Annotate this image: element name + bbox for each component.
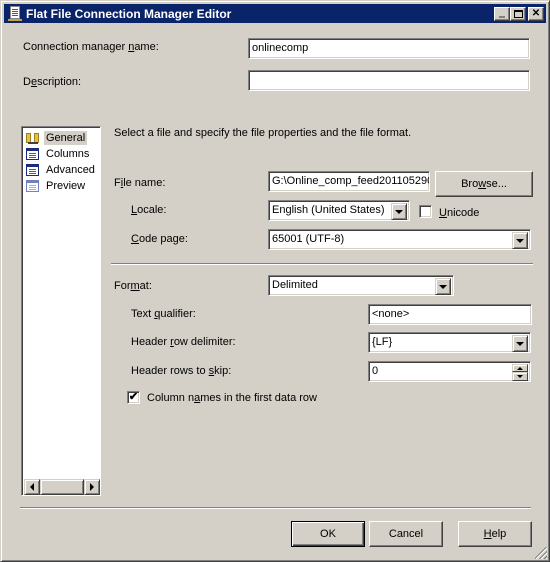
header-row-delimiter-label: Header row delimiter: [131, 336, 236, 348]
nav-item-label: General [44, 131, 88, 145]
nav-item-label: Advanced [46, 164, 95, 176]
cancel-button[interactable]: Cancel [369, 521, 443, 547]
format-select[interactable]: Delimited [268, 275, 454, 296]
connection-name-input[interactable]: onlinecomp [248, 38, 530, 59]
close-icon: ✕ [531, 8, 541, 19]
minimize-icon [499, 15, 505, 18]
header-row-delimiter-dropdown-button[interactable] [512, 335, 528, 352]
minimize-button[interactable] [494, 6, 510, 21]
text-qualifier-input[interactable]: <none> [368, 304, 532, 325]
format-dropdown-button[interactable] [435, 278, 451, 295]
connection-name-label: Connection manager name: [23, 41, 159, 53]
code-page-value: 65001 (UTF-8) [272, 233, 345, 245]
scroll-right-button[interactable] [84, 479, 100, 495]
help-button[interactable]: Help [458, 521, 532, 547]
column-names-checkbox[interactable]: ✔ [127, 391, 140, 404]
ok-button[interactable]: OK [291, 521, 365, 547]
page-navigation-list: General Columns Advanced Preview [21, 126, 101, 496]
nav-item-label: Preview [46, 180, 86, 192]
footer-divider [20, 507, 531, 509]
code-page-select[interactable]: 65001 (UTF-8) [268, 229, 531, 250]
locale-dropdown-button[interactable] [391, 203, 407, 220]
close-button[interactable]: ✕ [528, 6, 544, 21]
instruction-text: Select a file and specify the file prope… [114, 127, 412, 139]
resize-grip-icon[interactable] [535, 547, 547, 559]
column-names-label: Column names in the first data row [147, 392, 317, 404]
arrow-down-icon [517, 375, 523, 378]
scroll-left-button[interactable] [24, 479, 40, 495]
chevron-down-icon [395, 209, 403, 214]
file-name-label: File name: [114, 177, 166, 189]
description-label: Description: [23, 76, 82, 88]
header-rows-to-skip-label: Header rows to skip: [131, 365, 232, 377]
unicode-label: Unicode [439, 207, 480, 219]
header-row-delimiter-value: {LF} [372, 336, 393, 348]
header-rows-to-skip-value: 0 [372, 365, 379, 377]
nav-item-label: Columns [46, 148, 90, 160]
chevron-down-icon [516, 341, 524, 346]
spin-down-button[interactable] [512, 372, 528, 381]
arrow-right-icon [90, 483, 94, 491]
locale-value: English (United States) [272, 204, 385, 216]
locale-select[interactable]: English (United States) [268, 200, 410, 221]
chevron-down-icon [439, 284, 447, 289]
spin-up-button[interactable] [512, 364, 528, 372]
format-label: Format: [114, 280, 152, 292]
code-page-dropdown-button[interactable] [512, 232, 528, 249]
arrow-up-icon [517, 366, 523, 370]
maximize-icon [513, 9, 523, 18]
preview-icon [25, 179, 41, 193]
locale-label: Locale: [131, 204, 167, 216]
flat-file-connection-icon [8, 5, 22, 22]
text-qualifier-label: Text qualifier: [131, 308, 196, 320]
scroll-thumb[interactable] [40, 479, 84, 495]
window-title: Flat File Connection Manager Editor [26, 6, 232, 21]
unicode-checkbox[interactable] [419, 205, 432, 218]
browse-button[interactable]: Bro w se... [435, 171, 533, 197]
nav-item-columns[interactable]: Columns [25, 146, 91, 162]
checkmark-icon: ✔ [128, 391, 139, 403]
nav-item-preview[interactable]: Preview [25, 178, 87, 194]
nav-item-general[interactable]: General [25, 130, 88, 146]
format-value: Delimited [272, 279, 318, 291]
file-name-input[interactable]: G:\Online_comp_feed201105290 [268, 171, 430, 192]
advanced-icon [25, 163, 41, 177]
chevron-down-icon [516, 238, 524, 243]
arrow-left-icon [30, 483, 34, 491]
description-input[interactable] [248, 70, 530, 91]
maximize-button[interactable] [510, 6, 526, 21]
header-rows-to-skip-input[interactable]: 0 [368, 361, 531, 382]
horizontal-scrollbar[interactable] [24, 479, 100, 495]
dialog-window: Flat File Connection Manager Editor ✕ Co… [0, 0, 550, 562]
section-divider [111, 263, 533, 265]
columns-icon [25, 147, 41, 161]
general-icon [25, 131, 41, 145]
header-row-delimiter-select[interactable]: {LF} [368, 332, 531, 353]
title-bar[interactable]: Flat File Connection Manager Editor ✕ [4, 4, 546, 23]
code-page-label: Code page: [131, 233, 188, 245]
nav-item-advanced[interactable]: Advanced [25, 162, 97, 178]
